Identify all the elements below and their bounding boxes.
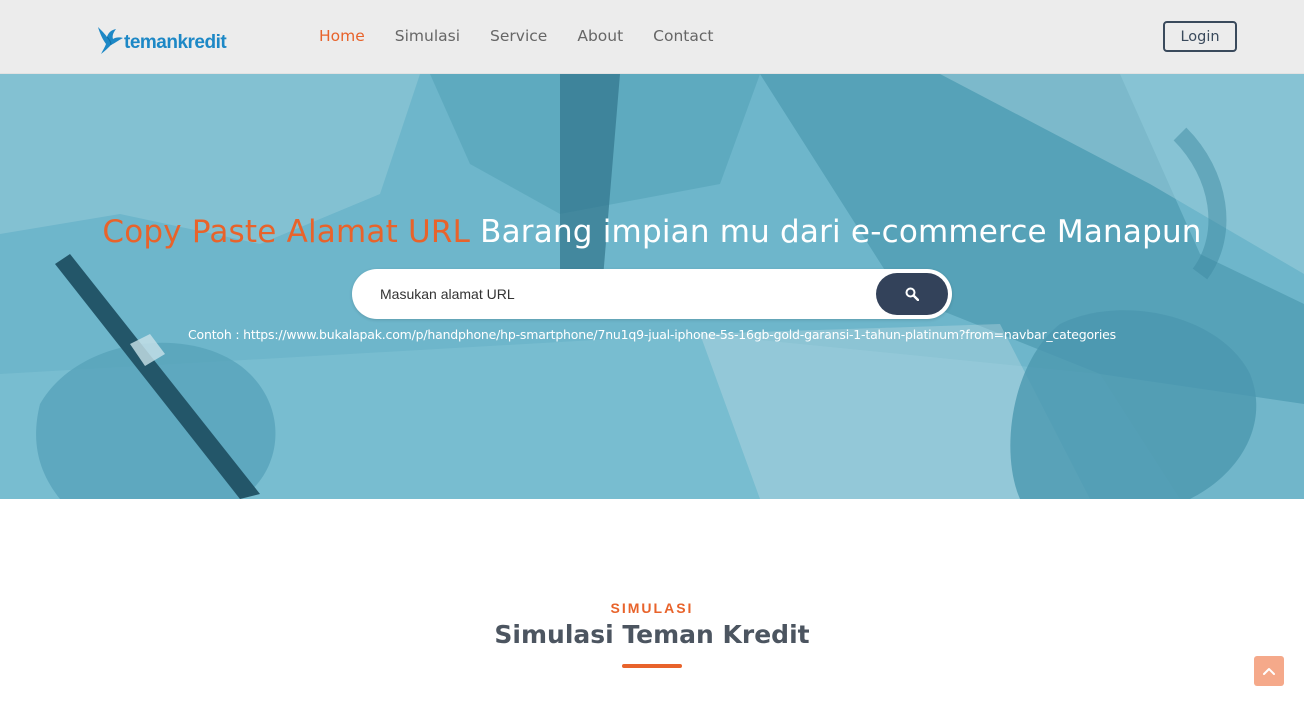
nav-simulasi[interactable]: Simulasi bbox=[395, 25, 460, 47]
url-search-form bbox=[352, 269, 952, 319]
search-icon bbox=[905, 287, 919, 301]
section-divider bbox=[622, 664, 682, 668]
back-to-top-button[interactable] bbox=[1254, 656, 1284, 686]
section-label: SIMULASI bbox=[610, 600, 694, 616]
hero-title-accent: Copy Paste Alamat URL bbox=[102, 214, 471, 250]
nav-home[interactable]: Home bbox=[319, 25, 365, 47]
url-search-input[interactable] bbox=[380, 279, 860, 309]
search-button[interactable] bbox=[876, 273, 948, 315]
bird-icon bbox=[98, 27, 123, 54]
nav-about[interactable]: About bbox=[577, 25, 623, 47]
example-url-text: Contoh : https://www.bukalapak.com/p/han… bbox=[188, 327, 1116, 342]
logo-text: temankredit bbox=[124, 32, 227, 53]
hero-title-rest: Barang impian mu dari e-commerce Manapun bbox=[470, 214, 1202, 250]
nav-service[interactable]: Service bbox=[490, 25, 547, 47]
hero-section: Copy Paste Alamat URL Barang impian mu d… bbox=[0, 74, 1304, 499]
site-header: temankredit Home Simulasi Service About … bbox=[0, 0, 1304, 74]
logo[interactable]: temankredit bbox=[96, 24, 227, 56]
nav-contact[interactable]: Contact bbox=[653, 25, 713, 47]
chevron-up-icon bbox=[1263, 668, 1275, 675]
login-button[interactable]: Login bbox=[1163, 21, 1237, 52]
main-nav: Home Simulasi Service About Contact bbox=[319, 25, 743, 47]
section-title: Simulasi Teman Kredit bbox=[494, 620, 810, 649]
hero-title: Copy Paste Alamat URL Barang impian mu d… bbox=[0, 214, 1304, 250]
